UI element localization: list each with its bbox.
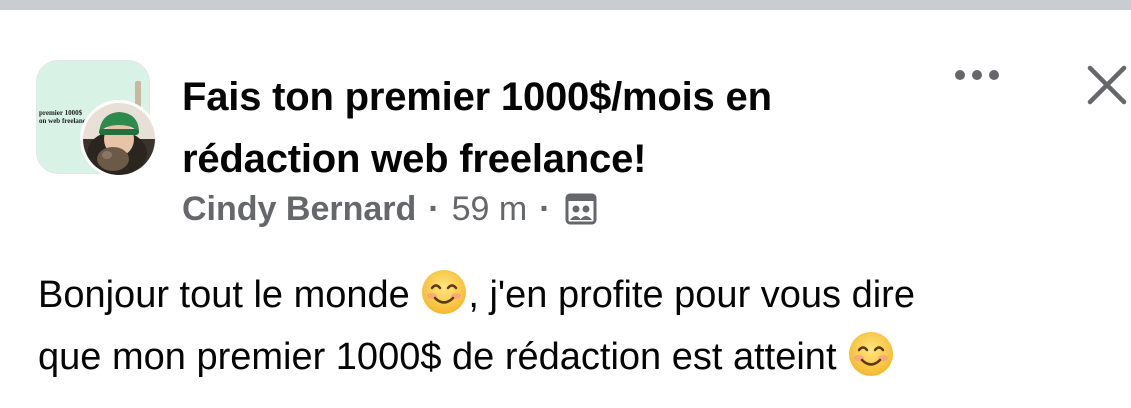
post-body-line1-end: , j'en profite pour vous dire <box>468 274 915 316</box>
group-title-line2: rédaction web freelance! <box>182 137 647 181</box>
smiling-face-emoji <box>420 268 468 316</box>
group-avatar-caption-line1: premier 1000$ <box>39 109 83 117</box>
more-options-button[interactable] <box>948 60 1008 90</box>
close-button[interactable] <box>1082 60 1131 110</box>
post-time[interactable]: 59 m <box>452 190 528 229</box>
group-audience-icon[interactable] <box>563 191 599 227</box>
meta-separator: · <box>539 189 551 228</box>
post-body-line2-text: que mon premier 1000$ de rédaction est a… <box>38 336 848 378</box>
meta-separator: · <box>428 189 440 228</box>
group-title-line1: Fais ton premier 1000$/mois en <box>182 75 772 119</box>
author-avatar[interactable] <box>80 100 158 178</box>
group-avatar-caption-line2: on web freelance <box>39 117 90 125</box>
post-body-line1-start: Bonjour tout le monde <box>38 274 421 316</box>
post-body: Bonjour tout le monde , j'en profite pou… <box>38 264 1128 388</box>
author-photo <box>83 103 155 175</box>
feed-post: premier 1000$ on web freelance Fais ton … <box>0 10 1131 408</box>
post-body-line2: que mon premier 1000$ de rédaction est a… <box>38 326 1128 388</box>
feed-divider <box>0 0 1131 10</box>
post-body-line1: Bonjour tout le monde , j'en profite pou… <box>38 264 1128 326</box>
group-title[interactable]: Fais ton premier 1000$/mois en rédaction… <box>182 66 902 190</box>
close-icon <box>1087 65 1127 105</box>
group-avatar-caption: premier 1000$ on web freelance <box>39 109 89 125</box>
smiling-face-emoji <box>847 330 895 378</box>
author-name[interactable]: Cindy Bernard <box>182 190 416 229</box>
post-meta: Cindy Bernard · 59 m · <box>182 186 599 232</box>
more-options-icon <box>955 70 999 80</box>
